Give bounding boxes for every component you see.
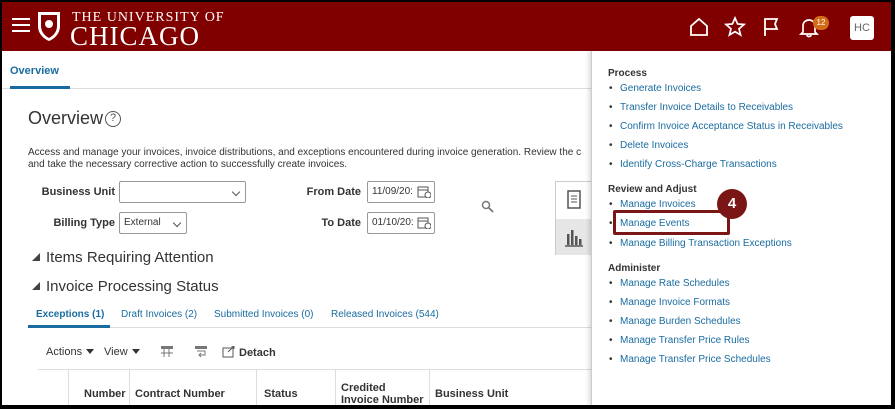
home-icon[interactable]: [688, 16, 710, 38]
collapse-triangle-icon: [32, 282, 40, 290]
col-credited-invoice-number[interactable]: Credited Invoice Number: [341, 382, 424, 405]
invoice-processing-status-title: Invoice Processing Status: [46, 278, 219, 295]
page-title: Overview: [28, 108, 104, 128]
subtab-submitted-invoices[interactable]: Submitted Invoices (0): [214, 309, 314, 320]
subtab-active-underline: [28, 325, 110, 328]
task-list-icon[interactable]: [556, 182, 592, 218]
subtab-exceptions[interactable]: Exceptions (1): [36, 309, 104, 320]
from-date-value: 11/09/20:: [372, 186, 413, 197]
column-separator: [129, 370, 130, 405]
link-confirm-invoice-acceptance[interactable]: Confirm Invoice Acceptance Status in Rec…: [609, 121, 843, 132]
chevron-down-icon: [231, 187, 241, 197]
column-separator: [256, 370, 257, 405]
tab-bar: Overview: [2, 51, 591, 89]
from-date-label: From Date: [306, 186, 361, 198]
items-requiring-attention-section[interactable]: Items Requiring Attention: [32, 249, 214, 266]
calendar-icon[interactable]: [417, 216, 431, 229]
view-menu[interactable]: View: [104, 346, 140, 358]
global-header: THE UNIVERSITY OF CHICAGO 12 HC: [2, 2, 891, 51]
callout-highlight-box: [613, 210, 730, 235]
description-line-1: Access and manage your invoices, invoice…: [28, 147, 582, 158]
link-identify-cross-charge[interactable]: Identify Cross-Charge Transactions: [609, 159, 777, 170]
subtab-draft-invoices[interactable]: Draft Invoices (2): [121, 309, 197, 320]
link-manage-invoice-formats[interactable]: Manage Invoice Formats: [609, 297, 730, 308]
from-date-input[interactable]: 11/09/20:: [367, 181, 435, 203]
freeze-columns-icon[interactable]: [160, 345, 174, 358]
actions-menu[interactable]: Actions: [46, 346, 95, 358]
billing-type-value: External: [124, 217, 161, 228]
link-delete-invoices[interactable]: Delete Invoices: [609, 140, 688, 151]
calendar-icon[interactable]: [417, 185, 431, 198]
invoice-processing-status-section[interactable]: Invoice Processing Status: [32, 278, 219, 295]
administer-heading: Administer: [608, 263, 661, 274]
callout-step-number: 4: [717, 189, 747, 219]
detach-icon: [222, 345, 235, 358]
link-manage-transfer-price-schedules[interactable]: Manage Transfer Price Schedules: [609, 354, 771, 365]
process-heading: Process: [608, 68, 647, 79]
page-description: Access and manage your invoices, invoice…: [28, 147, 591, 171]
app-frame: THE UNIVERSITY OF CHICAGO 12 HC Overview…: [2, 2, 891, 405]
view-label: View: [104, 346, 128, 358]
actions-label: Actions: [46, 346, 83, 358]
to-date-input[interactable]: 01/10/20:: [367, 212, 435, 234]
billing-type-select[interactable]: External: [119, 212, 187, 234]
menu-icon[interactable]: [12, 18, 30, 34]
col-status[interactable]: Status: [264, 388, 298, 400]
column-separator: [68, 370, 69, 405]
to-date-value: 01/10/20:: [372, 217, 414, 228]
link-generate-invoices[interactable]: Generate Invoices: [609, 83, 701, 94]
link-manage-transfer-price-rules[interactable]: Manage Transfer Price Rules: [609, 335, 749, 346]
review-adjust-heading: Review and Adjust: [608, 184, 697, 195]
link-manage-billing-exceptions[interactable]: Manage Billing Transaction Exceptions: [609, 238, 792, 249]
chevron-down-icon: [172, 218, 182, 228]
to-date-label: To Date: [321, 217, 361, 229]
column-separator: [429, 370, 430, 405]
link-manage-invoices[interactable]: Manage Invoices: [609, 199, 696, 210]
collapse-triangle-icon: [32, 253, 40, 261]
wrap-icon[interactable]: [194, 345, 208, 358]
favorites-star-icon[interactable]: [724, 16, 746, 38]
description-line-2: and take the necessary corrective action…: [28, 159, 348, 170]
link-manage-rate-schedules[interactable]: Manage Rate Schedules: [609, 278, 729, 289]
side-panel-tabs: [555, 181, 592, 255]
col-business-unit[interactable]: Business Unit: [435, 388, 508, 400]
detach-button[interactable]: Detach: [222, 345, 276, 359]
flag-icon[interactable]: [760, 16, 782, 38]
logo-chicago: CHICAGO: [70, 21, 201, 51]
user-avatar[interactable]: HC: [850, 16, 874, 40]
tasks-panel: Process Generate Invoices Transfer Invoi…: [591, 51, 891, 405]
column-separator: [335, 370, 336, 405]
dropdown-arrow-icon: [86, 349, 95, 354]
link-manage-burden-schedules[interactable]: Manage Burden Schedules: [609, 316, 741, 327]
items-requiring-attention-title: Items Requiring Attention: [46, 249, 214, 266]
business-unit-label: Business Unit: [41, 186, 115, 198]
billing-type-label: Billing Type: [53, 217, 115, 229]
business-unit-select[interactable]: [119, 181, 246, 203]
university-shield-icon: [38, 12, 60, 41]
exceptions-table-header: Number Contract Number Status Credited I…: [38, 369, 591, 405]
col-credited-line2: Invoice Number: [341, 394, 424, 405]
help-icon[interactable]: ?: [105, 111, 121, 127]
col-credited-line1: Credited: [341, 382, 386, 394]
tab-overview[interactable]: Overview: [10, 65, 59, 77]
link-transfer-invoice-details[interactable]: Transfer Invoice Details to Receivables: [609, 102, 793, 113]
status-subtabs: Exceptions (1) Draft Invoices (2) Submit…: [28, 304, 591, 328]
subtab-released-invoices[interactable]: Released Invoices (544): [331, 309, 439, 320]
col-contract-number[interactable]: Contract Number: [135, 388, 225, 400]
notification-count-badge: 12: [813, 16, 829, 30]
detach-label: Detach: [239, 347, 276, 359]
dropdown-arrow-icon: [131, 349, 140, 354]
search-icon[interactable]: [481, 200, 495, 214]
tab-active-underline: [10, 86, 70, 89]
bar-chart-icon[interactable]: [556, 219, 592, 255]
col-number[interactable]: Number: [84, 388, 126, 400]
